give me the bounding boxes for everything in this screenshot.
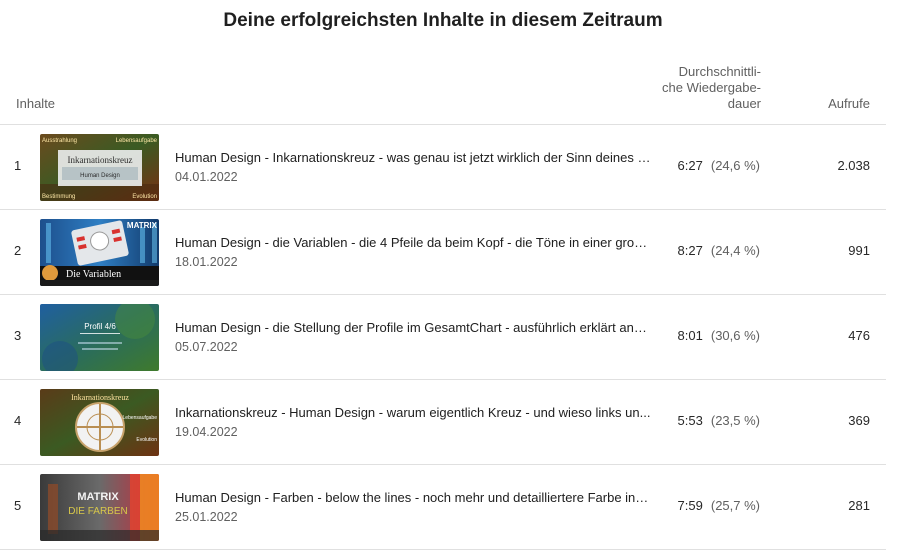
video-thumbnail[interactable]: MATRIX Die Variablen: [40, 219, 159, 286]
thumb-main-text: Profil 4/6: [84, 322, 116, 331]
table-row[interactable]: 3 Profil 4/6 Human Design - die Stellung…: [0, 295, 886, 379]
duration-percent: (25,7 %): [710, 498, 760, 513]
duration-percent: (30,6 %): [710, 328, 760, 343]
duration-percent: (23,5 %): [710, 413, 760, 428]
views-cell: 476: [848, 328, 870, 343]
views-cell: 281: [848, 498, 870, 513]
thumb-corner-text: Bestimmung: [42, 194, 75, 200]
duration-percent: (24,4 %): [710, 243, 760, 258]
row-rank: 3: [14, 328, 22, 343]
video-title-link[interactable]: Human Design - Farben - below the lines …: [175, 490, 651, 505]
thumb-corner-text: Evolution: [136, 437, 157, 443]
avg-duration-cell: 8:01 (30,6 %): [660, 328, 760, 343]
thumb-corner-text: Lebensaufgabe: [123, 415, 158, 421]
row-rank: 4: [14, 413, 22, 428]
duration-value: 8:01: [677, 328, 703, 343]
views-cell: 2.038: [837, 158, 870, 173]
video-thumbnail[interactable]: Inkarnationskreuz Lebensaufgabe Evolutio…: [40, 389, 159, 456]
views-cell: 991: [848, 243, 870, 258]
video-title-link[interactable]: Human Design - die Stellung der Profile …: [175, 320, 651, 335]
page-title: Deine erfolgreichsten Inhalte in diesem …: [223, 10, 663, 31]
video-title-link[interactable]: Human Design - Inkarnationskreuz - was g…: [175, 150, 651, 165]
video-date: 19.04.2022: [175, 425, 238, 439]
avg-duration-cell: 6:27 (24,6 %): [660, 158, 760, 173]
row-rank: 5: [14, 498, 22, 513]
thumb-corner-text: MATRIX: [127, 221, 158, 230]
video-date: 18.01.2022: [175, 255, 238, 269]
table-row[interactable]: 4 Inkarnationskreuz Lebensaufgabe Evolut…: [0, 380, 886, 464]
video-title-link[interactable]: Human Design - die Variablen - die 4 Pfe…: [175, 235, 651, 250]
row-rank: 1: [14, 158, 22, 173]
row-rank: 2: [14, 243, 22, 258]
thumb-main-text: MATRIX: [77, 491, 119, 503]
duration-value: 6:27: [677, 158, 703, 173]
video-thumbnail[interactable]: MATRIX DIE FARBEN: [40, 474, 159, 541]
thumb-main-text: Inkarnationskreuz: [71, 393, 129, 402]
avg-duration-cell: 8:27 (24,4 %): [660, 243, 760, 258]
views-cell: 369: [848, 413, 870, 428]
duration-value: 5:53: [677, 413, 703, 428]
column-header-avg-duration[interactable]: Durchschnittli- che Wiedergabe- dauer: [640, 64, 761, 112]
avg-duration-cell: 5:53 (23,5 %): [660, 413, 760, 428]
video-date: 25.01.2022: [175, 510, 238, 524]
duration-value: 8:27: [677, 243, 703, 258]
video-title-link[interactable]: Inkarnationskreuz - Human Design - warum…: [175, 405, 651, 420]
thumb-sub-text: DIE FARBEN: [68, 506, 127, 517]
thumb-main-text: Die Variablen: [66, 269, 121, 280]
avg-duration-cell: 7:59 (25,7 %): [660, 498, 760, 513]
column-header-views[interactable]: Aufrufe: [780, 96, 870, 111]
video-date: 05.07.2022: [175, 340, 238, 354]
duration-value: 7:59: [677, 498, 703, 513]
table-row[interactable]: 1 Inkarnationskreuz Human Design Ausstra…: [0, 125, 886, 209]
thumb-sub-text: Human Design: [80, 173, 120, 179]
video-thumbnail[interactable]: Inkarnationskreuz Human Design Ausstrahl…: [40, 134, 159, 201]
column-header-content[interactable]: Inhalte: [16, 96, 55, 111]
video-thumbnail[interactable]: Profil 4/6: [40, 304, 159, 371]
thumb-corner-text: Evolution: [132, 194, 157, 200]
thumb-main-text: Inkarnationskreuz: [68, 155, 133, 165]
row-divider: [0, 549, 886, 550]
table-row[interactable]: 5 MATRIX DIE FARBEN Human Design - Farbe…: [0, 465, 886, 549]
table-row[interactable]: 2 MATRIX Die Variablen Human Design - di…: [0, 210, 886, 294]
thumb-corner-text: Ausstrahlung: [42, 138, 77, 144]
video-date: 04.01.2022: [175, 170, 238, 184]
thumb-corner-text: Lebensaufgabe: [116, 138, 158, 144]
duration-percent: (24,6 %): [710, 158, 760, 173]
